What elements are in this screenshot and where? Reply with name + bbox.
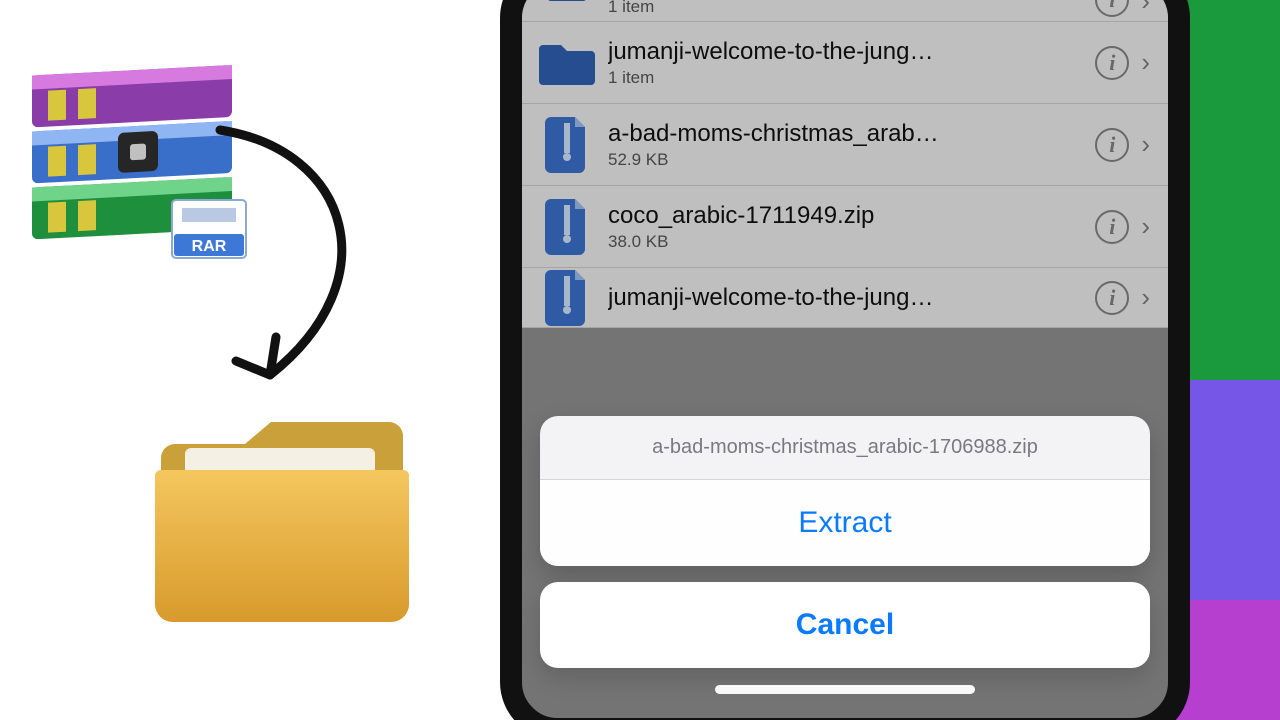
info-icon[interactable]: i [1095, 46, 1129, 80]
zip-file-icon [536, 114, 598, 176]
list-item[interactable]: jumanji-welcome-to-the-jung… i › [522, 268, 1168, 328]
item-subtitle: 1 item [608, 0, 1095, 17]
info-icon[interactable]: i [1095, 210, 1129, 244]
info-icon[interactable]: i [1095, 281, 1129, 315]
action-sheet-title: a-bad-moms-christmas_arabic-1706988.zip [540, 416, 1150, 480]
item-title: jumanji-welcome-to-the-jung… [608, 38, 1095, 66]
arrow-icon [200, 120, 400, 420]
chevron-right-icon: › [1141, 0, 1150, 17]
folder-icon [155, 400, 415, 630]
list-item[interactable]: jumanji-welcome-to-the-jung… 1 item i › [522, 22, 1168, 104]
zip-file-icon [536, 196, 598, 258]
info-icon[interactable]: i [1095, 0, 1129, 17]
item-subtitle: 52.9 KB [608, 150, 1095, 170]
item-title: a-bad-moms-christmas_arab… [608, 120, 1095, 148]
file-list: 1 item i › jumanji-welcome-to-the-jung… … [522, 0, 1168, 328]
list-item[interactable]: a-bad-moms-christmas_arab… 52.9 KB i › [522, 104, 1168, 186]
item-subtitle: 1 item [608, 68, 1095, 88]
phone-frame: 1 item i › jumanji-welcome-to-the-jung… … [500, 0, 1190, 720]
list-item[interactable]: coco_arabic-1711949.zip 38.0 KB i › [522, 186, 1168, 268]
list-item[interactable]: 1 item i › [522, 0, 1168, 22]
item-title: jumanji-welcome-to-the-jung… [608, 284, 1095, 312]
action-sheet: a-bad-moms-christmas_arabic-1706988.zip … [540, 416, 1150, 668]
folder-icon [536, 32, 598, 94]
item-subtitle: 38.0 KB [608, 232, 1095, 252]
illustration: RAR [0, 50, 480, 670]
chevron-right-icon: › [1141, 211, 1150, 242]
chevron-right-icon: › [1141, 129, 1150, 160]
item-title: coco_arabic-1711949.zip [608, 202, 1095, 230]
zip-file-icon [536, 267, 598, 329]
home-indicator[interactable] [715, 685, 975, 694]
info-icon[interactable]: i [1095, 128, 1129, 162]
chevron-right-icon: › [1141, 282, 1150, 313]
chevron-right-icon: › [1141, 47, 1150, 78]
folder-icon [536, 0, 598, 17]
extract-button[interactable]: Extract [540, 480, 1150, 566]
cancel-button[interactable]: Cancel [540, 582, 1150, 668]
action-sheet-card: a-bad-moms-christmas_arabic-1706988.zip … [540, 416, 1150, 566]
